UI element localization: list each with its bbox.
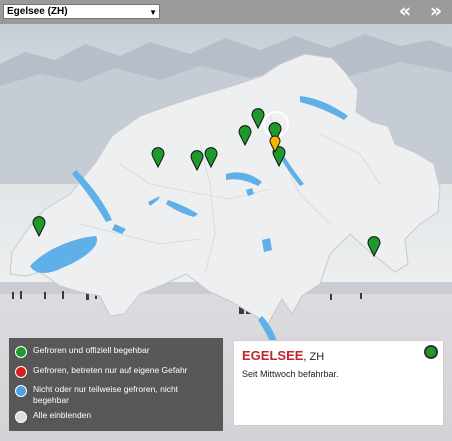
legend-item-show-all[interactable]: Alle einblenden xyxy=(15,410,211,423)
green-dot-icon xyxy=(15,346,27,358)
previous-button[interactable]: « xyxy=(396,2,414,21)
legend-label: Alle einblenden xyxy=(33,410,92,420)
legend-panel: Gefroren und offiziell begehbar Gefroren… xyxy=(9,338,223,431)
white-dot-icon xyxy=(15,411,27,423)
lake-status-text: Seit Mittwoch befahrbar. xyxy=(242,369,339,379)
lake-region: , ZH xyxy=(303,351,325,363)
next-button[interactable]: » xyxy=(427,2,445,21)
status-dot-icon xyxy=(424,345,438,359)
lake-select-value: Egelsee (ZH) xyxy=(7,6,68,17)
lake-select[interactable]: Egelsee (ZH) ▼ xyxy=(3,4,160,19)
app-frame: Egelsee (ZH) ▼ « » Gefroren und offiziel… xyxy=(0,0,452,441)
country-outline xyxy=(9,53,441,325)
legend-item-frozen-own-risk[interactable]: Gefroren, betreten nur auf eigene Gefahr xyxy=(15,365,211,378)
toolbar: Egelsee (ZH) ▼ « » xyxy=(0,0,452,24)
red-dot-icon xyxy=(15,366,27,378)
legend-label: Gefroren, betreten nur auf eigene Gefahr xyxy=(33,365,188,375)
blue-dot-icon xyxy=(15,385,27,397)
legend-item-not-frozen[interactable]: Nicht oder nur teilweise gefroren, nicht… xyxy=(15,384,211,406)
legend-label: Gefroren und offiziell begehbar xyxy=(33,345,150,355)
lake-title: EGELSEE, ZH xyxy=(242,348,324,363)
legend-label: Nicht oder nur teilweise gefroren, nicht… xyxy=(33,384,179,405)
chevron-down-icon: ▼ xyxy=(149,8,157,17)
lake-name: EGELSEE xyxy=(242,348,304,363)
skaters xyxy=(12,290,362,314)
lake-info-panel: EGELSEE, ZH Seit Mittwoch befahrbar. xyxy=(233,340,444,426)
legend-item-frozen-official[interactable]: Gefroren und offiziell begehbar xyxy=(15,345,211,358)
